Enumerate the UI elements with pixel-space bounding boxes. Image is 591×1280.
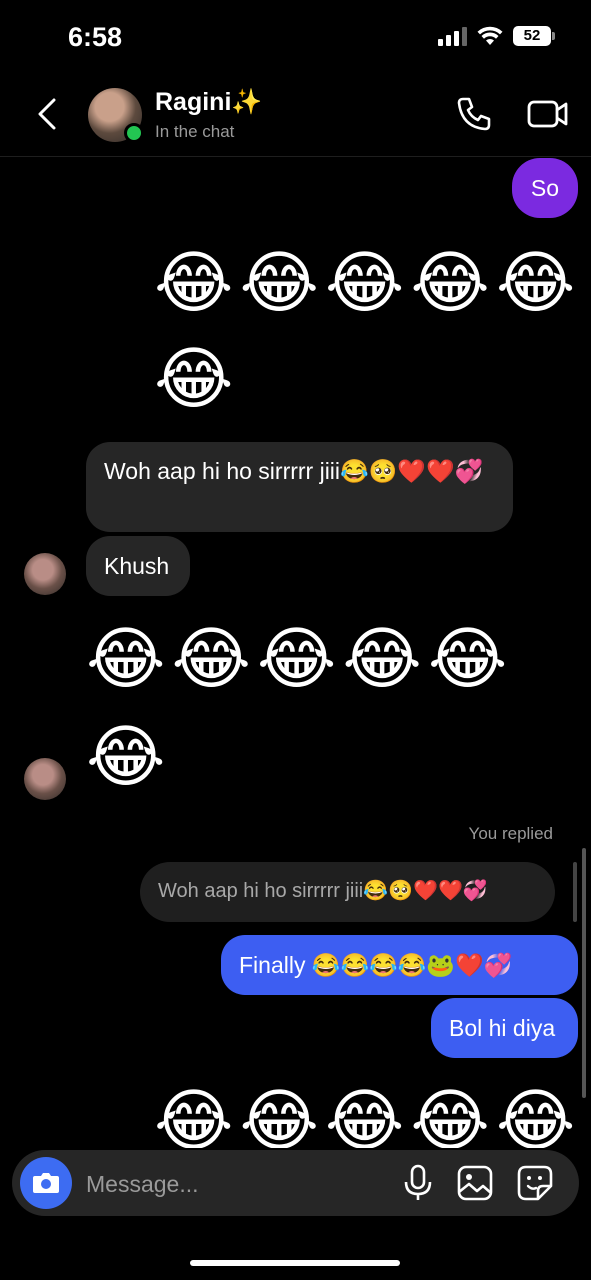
sent-emoji-message[interactable]: 😂😂😂😂😂 (154, 1088, 581, 1149)
sticker-icon[interactable] (516, 1164, 554, 1202)
contact-status: In the chat (155, 122, 235, 141)
clipped-area: 😂😂😂😂😂 (0, 1080, 591, 1149)
message-text: Woh aap hi ho sirrrrr jiii😂🥺❤️❤️💞 (104, 458, 484, 484)
replied-label: You replied (468, 824, 553, 843)
camera-icon (33, 1173, 59, 1193)
received-emoji-message[interactable]: 😂 (86, 724, 171, 792)
battery-level: 52 (523, 27, 541, 44)
camera-button[interactable] (20, 1157, 72, 1209)
contact-name[interactable]: Ragini✨ (155, 88, 263, 117)
wifi-icon (477, 26, 503, 45)
sent-message[interactable]: So (512, 158, 578, 218)
message-composer (12, 1150, 579, 1216)
sent-emoji-message[interactable]: 😂 (154, 346, 239, 414)
home-indicator[interactable] (190, 1260, 400, 1266)
sent-message[interactable]: Finally 😂😂😂😂🐸❤️💞 (221, 935, 578, 995)
reply-quote[interactable]: Woh aap hi ho sirrrrr jiii😂🥺❤️❤️💞 (140, 862, 555, 922)
battery-icon: 52 (513, 26, 555, 46)
scrollbar[interactable] (582, 848, 586, 1098)
video-call-icon[interactable] (526, 94, 570, 134)
message-text: So (530, 175, 560, 201)
reply-quote-text: Woh aap hi ho sirrrrr jiii😂🥺❤️❤️💞 (158, 880, 488, 902)
message-input[interactable] (84, 1162, 388, 1206)
back-arrow-icon[interactable] (28, 94, 68, 134)
chat-header: Ragini✨ In the chat (0, 80, 591, 157)
contact-avatar[interactable] (88, 88, 144, 143)
received-message[interactable]: Woh aap hi ho sirrrrr jiii😂🥺❤️❤️💞 (86, 442, 513, 532)
received-emoji-message[interactable]: 😂😂😂😂😂 (86, 626, 513, 694)
online-indicator (124, 123, 144, 143)
message-text: Finally 😂😂😂😂🐸❤️💞 (239, 952, 513, 978)
message-text: Bol hi diya (449, 1015, 556, 1041)
status-icons: 52 (438, 26, 555, 46)
sent-message[interactable]: Bol hi diya (431, 998, 578, 1058)
sender-avatar (24, 553, 66, 595)
sent-emoji-message[interactable]: 😂😂😂😂😂 (154, 250, 581, 318)
status-time: 6:58 (68, 22, 123, 52)
microphone-icon[interactable] (400, 1164, 436, 1202)
gallery-icon[interactable] (456, 1164, 494, 1202)
message-text: Khush (104, 553, 170, 579)
reply-quote-bar (573, 862, 577, 922)
signal-icon (438, 26, 467, 46)
received-message[interactable]: Khush (86, 536, 190, 596)
sender-avatar (24, 758, 66, 800)
status-bar: 6:58 52 (0, 0, 591, 80)
phone-icon[interactable] (454, 94, 494, 134)
